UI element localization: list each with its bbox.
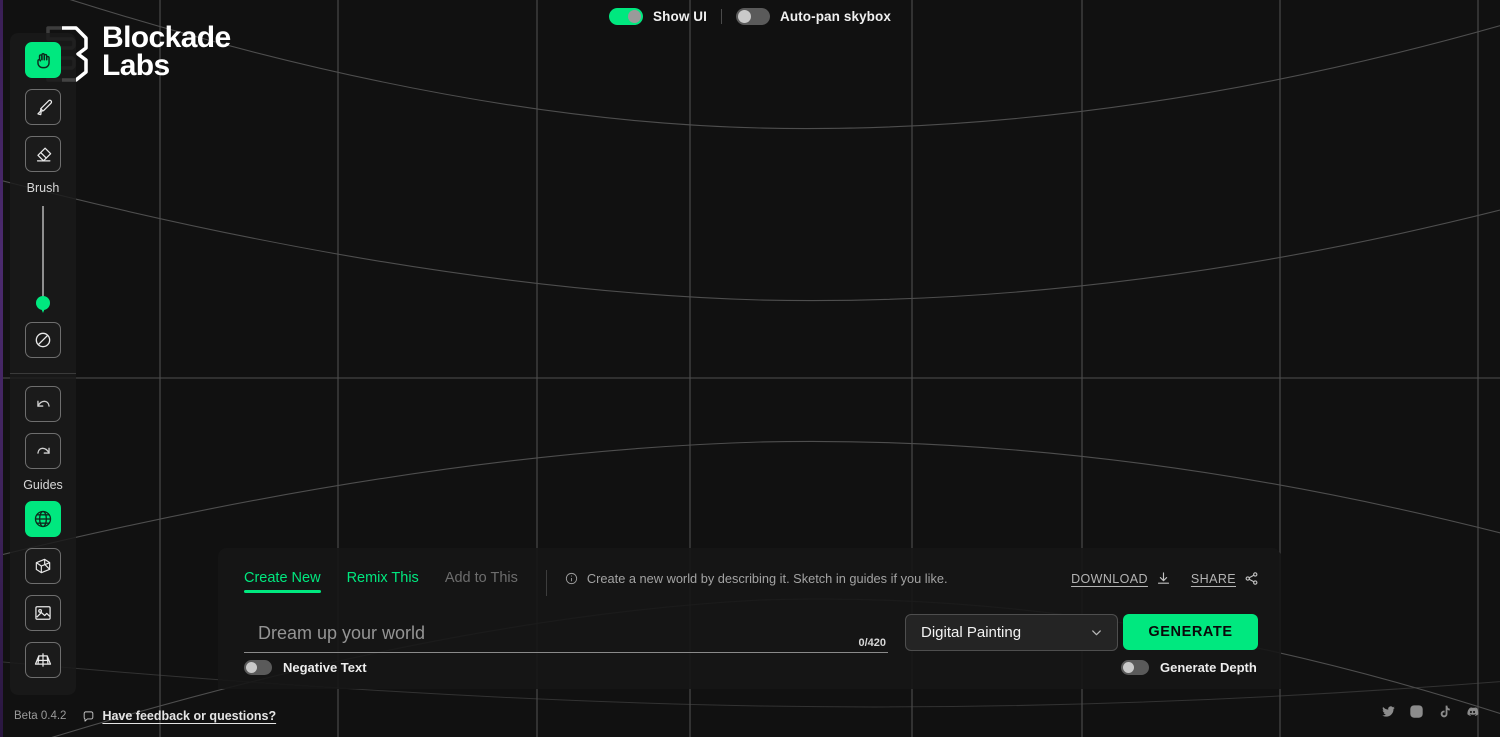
left-accent-rail	[0, 0, 3, 737]
eraser-icon	[36, 147, 51, 161]
social-links	[1381, 704, 1480, 719]
auto-pan-toggle[interactable]	[735, 7, 770, 25]
info-circle-icon	[565, 572, 578, 585]
app-root: Show UI Auto-pan skybox Blockade Labs Br…	[0, 0, 1500, 737]
tiktok-icon	[1440, 705, 1450, 718]
image-icon	[35, 606, 51, 620]
brush-section-label: Brush	[26, 181, 60, 195]
panel-hint: Create a new world by describing it. Ske…	[565, 571, 948, 586]
footer-left: Beta 0.4.2 Have feedback or questions?	[14, 709, 276, 723]
hand-tool[interactable]	[25, 42, 61, 78]
guide-image[interactable]	[25, 595, 61, 631]
instagram-icon	[1410, 705, 1423, 718]
discord-link[interactable]	[1465, 704, 1480, 719]
toolbar-divider	[10, 373, 76, 374]
perspective-grid-icon	[34, 653, 52, 667]
show-ui-label: Show UI	[653, 8, 707, 24]
undo-arrow-icon	[36, 400, 50, 407]
share-label: SHARE	[1190, 571, 1236, 586]
auto-pan-label: Auto-pan skybox	[779, 8, 891, 24]
prompt-field: 0/420	[244, 615, 888, 653]
undo-button[interactable]	[25, 386, 61, 422]
chevron-down-icon	[1092, 630, 1101, 636]
slider-thumb[interactable]	[36, 296, 50, 310]
twitter-link[interactable]	[1381, 704, 1396, 719]
prompt-input-wrapper: 0/420	[244, 615, 888, 653]
generate-depth-toggle[interactable]	[1121, 660, 1149, 675]
tab-create-new[interactable]: Create New	[244, 570, 321, 593]
cube-wireframe-icon	[35, 558, 51, 574]
discord-icon	[1467, 707, 1479, 716]
share-button[interactable]: SHARE	[1191, 571, 1259, 586]
style-select-value: Digital Painting	[921, 624, 1022, 641]
hand-icon	[36, 52, 50, 68]
negative-text-row: Negative Text	[244, 660, 367, 675]
download-icon	[1157, 572, 1169, 584]
guide-cube[interactable]	[25, 548, 61, 584]
left-toolbar: Brush Guides	[10, 33, 76, 695]
guides-section-label: Guides	[23, 478, 63, 492]
no-entry-icon	[35, 332, 51, 348]
globe-icon	[34, 510, 52, 528]
generate-depth-row: Generate Depth	[1121, 660, 1257, 675]
tab-add-to-this: Add to This	[444, 570, 518, 586]
redo-button[interactable]	[25, 433, 61, 469]
tab-remix-this[interactable]: Remix This	[347, 570, 419, 593]
panel-hint-text: Create a new world by describing it. Ske…	[586, 571, 948, 586]
version-label: Beta 0.4.2	[14, 710, 67, 722]
auto-pan-group: Auto-pan skybox	[722, 7, 905, 25]
show-ui-group: Show UI	[595, 7, 721, 25]
toggle-knob	[1123, 662, 1134, 673]
toggle-knob	[737, 9, 751, 23]
clear-tool[interactable]	[25, 322, 61, 358]
share-icon	[1245, 572, 1258, 585]
toggle-knob	[628, 9, 642, 23]
char-counter: 0/420	[858, 637, 886, 649]
tabs-divider	[545, 570, 547, 596]
paintbrush-icon	[36, 99, 52, 115]
eraser-tool[interactable]	[25, 136, 61, 172]
toggle-knob	[246, 662, 257, 673]
twitter-icon	[1382, 706, 1395, 717]
negative-text-label: Negative Text	[283, 660, 367, 675]
brush-tool[interactable]	[25, 89, 61, 125]
generate-depth-label: Generate Depth	[1160, 660, 1257, 675]
instagram-link[interactable]	[1409, 704, 1424, 719]
style-select[interactable]: Digital Painting	[905, 614, 1118, 651]
feedback-label: Have feedback or questions?	[102, 709, 277, 723]
prompt-panel: Create New Remix This Add to This Create…	[218, 548, 1281, 689]
feedback-link[interactable]: Have feedback or questions?	[82, 709, 276, 723]
download-label: DOWNLOAD	[1071, 571, 1148, 586]
brush-size-slider[interactable]	[25, 204, 61, 316]
generate-button[interactable]: GENERATE	[1123, 614, 1258, 650]
panel-actions: DOWNLOAD SHARE	[1071, 571, 1259, 586]
speech-bubble-icon	[84, 710, 94, 722]
redo-arrow-icon	[36, 447, 50, 454]
guide-perspective[interactable]	[25, 642, 61, 678]
guide-sphere[interactable]	[25, 501, 61, 537]
tiktok-link[interactable]	[1437, 704, 1452, 719]
download-button[interactable]: DOWNLOAD	[1071, 571, 1171, 586]
negative-text-toggle[interactable]	[244, 660, 272, 675]
show-ui-toggle[interactable]	[609, 7, 644, 25]
prompt-input[interactable]	[244, 623, 888, 644]
